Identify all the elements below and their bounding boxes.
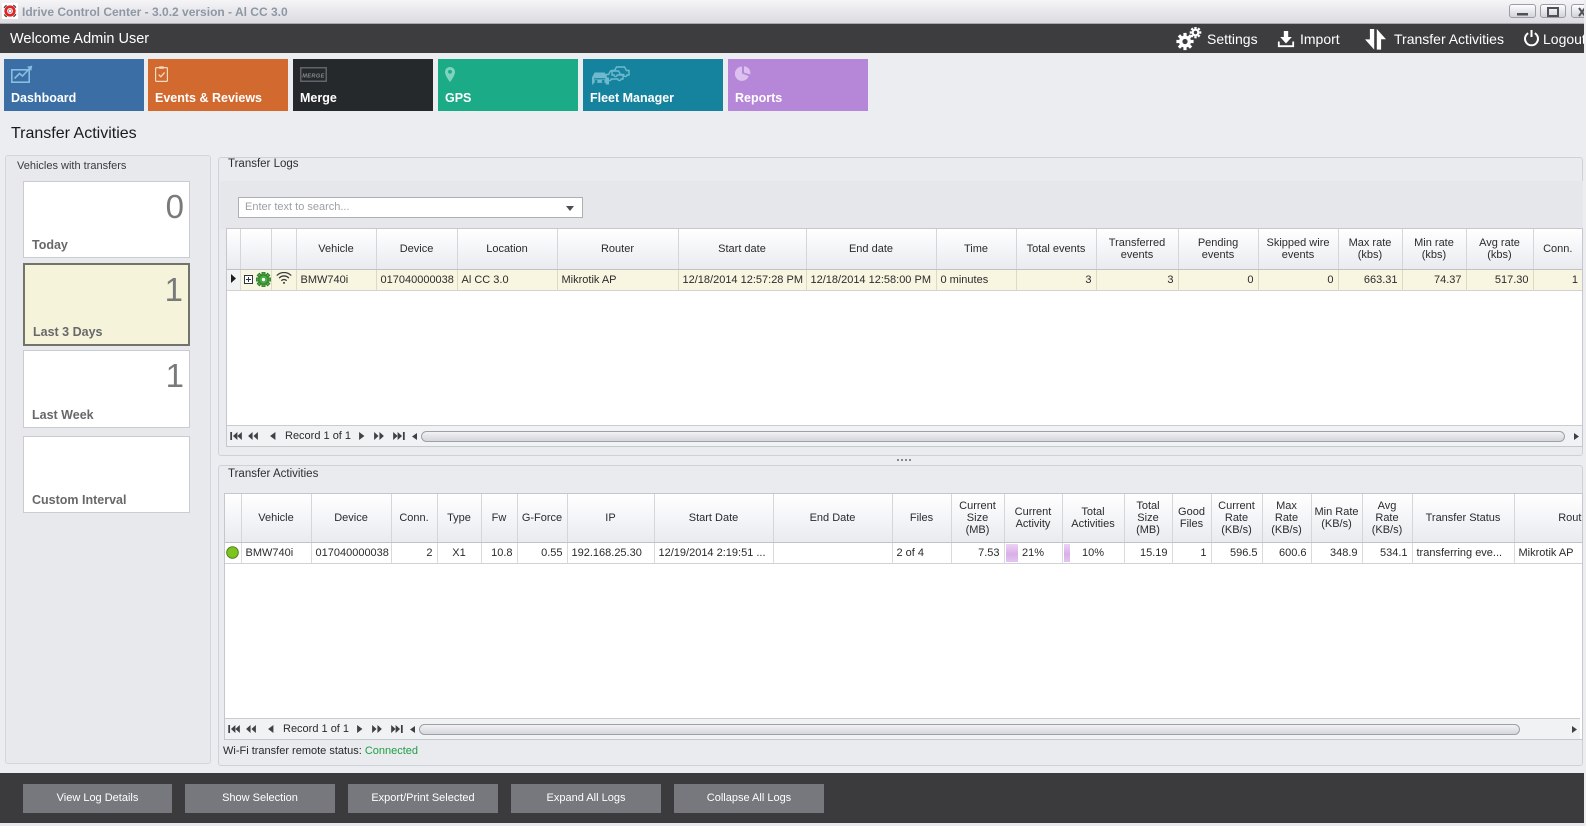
svg-text:MERGE: MERGE [302, 74, 325, 80]
